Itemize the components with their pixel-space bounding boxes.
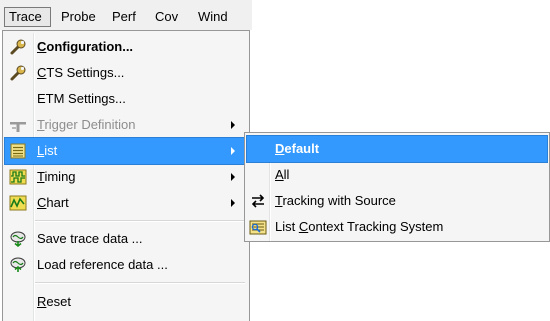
menu-bar: Trace Probe Perf Cov Wind xyxy=(0,0,252,30)
menu-item-label: Save trace data ... xyxy=(37,231,143,246)
menu-item-label: All xyxy=(275,167,290,182)
menu-item-label: CTS Settings... xyxy=(37,65,125,80)
menu-item-label: Default xyxy=(275,141,320,156)
menu-separator xyxy=(35,282,245,284)
wrench-icon xyxy=(10,39,26,55)
chart-icon xyxy=(9,195,27,211)
submenu-arrow-icon xyxy=(231,121,235,129)
submenu-arrow-icon xyxy=(231,199,235,207)
menu-cov[interactable]: Cov xyxy=(150,7,190,27)
menu-perf[interactable]: Perf xyxy=(107,7,147,27)
menu-item-label: Tracking with Source xyxy=(275,193,396,208)
menu-separator xyxy=(35,220,245,222)
menu-item-etm-settings[interactable]: ETM Settings... xyxy=(5,86,247,112)
menu-item-chart[interactable]: Chart xyxy=(5,190,247,216)
menu-item-save-trace-data[interactable]: Save trace data ... xyxy=(5,226,247,252)
menu-item-label: Trigger Definition xyxy=(37,117,136,132)
menu-item-label: Reset xyxy=(37,294,71,309)
menu-trace[interactable]: Trace xyxy=(4,7,51,27)
menu-window[interactable]: Wind xyxy=(193,7,252,27)
menu-item-list[interactable]: List xyxy=(4,137,248,165)
wrench-icon xyxy=(10,65,26,81)
context-tracking-icon xyxy=(249,220,267,235)
trigger-icon xyxy=(10,122,26,132)
list-icon xyxy=(10,143,26,159)
submenu-item-tracking-with-source[interactable]: Tracking with Source xyxy=(247,188,547,214)
menu-item-label: Load reference data ... xyxy=(37,257,168,272)
menu-item-reset[interactable]: Reset xyxy=(5,289,247,315)
menu-item-label: Chart xyxy=(37,195,69,210)
save-trace-icon xyxy=(10,231,26,248)
menu-item-label: Configuration... xyxy=(37,39,134,54)
menu-item-cts-settings[interactable]: CTS Settings... xyxy=(5,60,247,86)
menu-item-label: ETM Settings... xyxy=(37,91,126,106)
menu-item-trigger-definition: Trigger Definition xyxy=(5,112,247,138)
submenu-arrow-icon xyxy=(231,147,235,155)
timing-icon xyxy=(9,169,27,185)
submenu-arrow-icon xyxy=(231,173,235,181)
menu-item-timing[interactable]: Timing xyxy=(5,164,247,190)
menu-item-label: List xyxy=(37,143,58,158)
list-submenu: Default All Tracking with Source List Co… xyxy=(244,132,550,242)
submenu-item-list-context-tracking-system[interactable]: List Context Tracking System xyxy=(247,214,547,240)
menu-item-load-reference-data[interactable]: Load reference data ... xyxy=(5,252,247,278)
load-reference-icon xyxy=(10,257,26,272)
menu-probe[interactable]: Probe xyxy=(56,7,104,27)
trace-dropdown-menu: Configuration... CTS Settings... ETM Set… xyxy=(2,30,250,321)
submenu-item-all[interactable]: All xyxy=(247,162,547,188)
menu-item-configuration[interactable]: Configuration... xyxy=(5,34,247,60)
menu-item-label: Timing xyxy=(37,169,76,184)
menu-item-label: List Context Tracking System xyxy=(275,219,444,234)
submenu-item-default[interactable]: Default xyxy=(246,135,548,163)
tracking-arrows-icon xyxy=(251,194,265,208)
